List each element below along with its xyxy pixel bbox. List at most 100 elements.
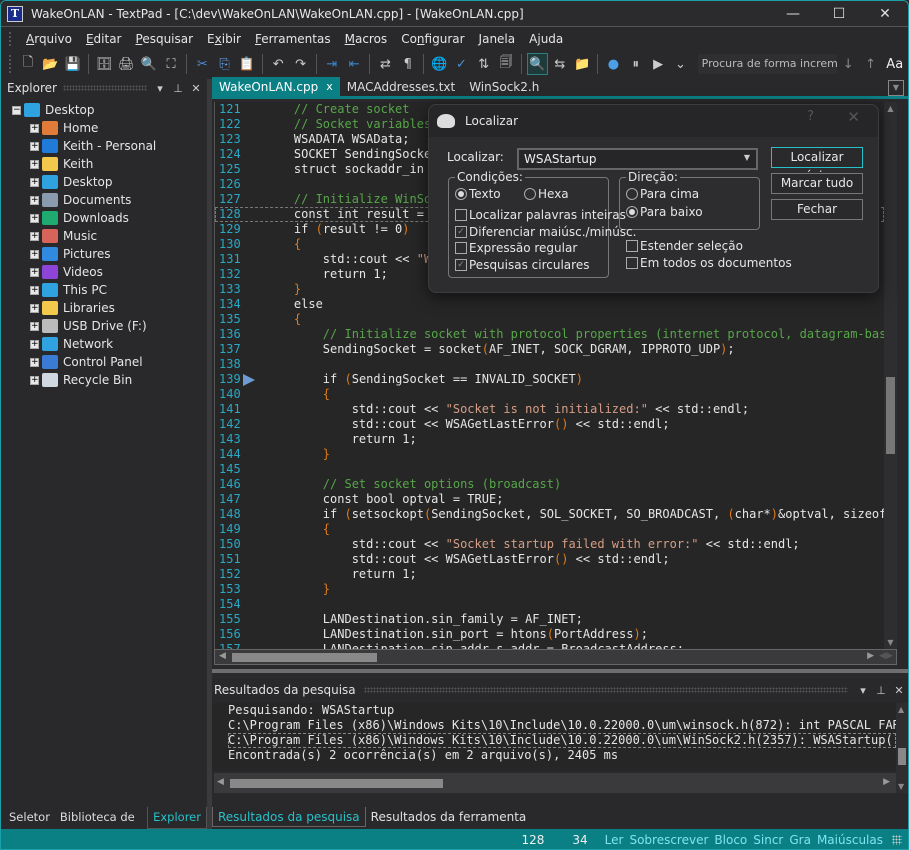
expand-icon[interactable]: + [30,213,39,223]
copy-icon[interactable]: ⎘ [214,53,234,75]
scroll-left-icon[interactable]: ◀ [219,651,226,661]
menu-pesquisar[interactable]: Pesquisar [129,32,201,46]
extend-selection-checkbox[interactable]: Estender seleção [626,239,743,253]
search-option-checkbox[interactable]: Localizar palavras inteiras [455,208,626,222]
hscroll-thumb[interactable] [230,779,443,788]
compare-icon[interactable]: 🗐 [496,53,516,75]
code-line[interactable]: 151 std::cout << WSAGetLastError() << st… [215,552,884,567]
manage-files-icon[interactable]: 🗄 [94,53,114,75]
toolbar-overflow-icon[interactable]: ⌄ [670,53,690,75]
search-option-checkbox[interactable]: ✓ Diferenciar maiúsc./minúsc. [455,225,636,239]
expand-icon[interactable]: + [30,141,39,151]
menu-arquivo[interactable]: Arquivo [19,32,79,46]
code-line[interactable]: 137 SendingSocket = socket(AF_INET, SOCK… [215,342,884,357]
word-wrap-icon[interactable]: ⇄ [375,53,395,75]
menu-editar[interactable]: Editar [79,32,129,46]
tree-root[interactable]: − Desktop [4,101,207,119]
tree-item[interactable]: + USB Drive (F:) [4,317,207,335]
document-tab[interactable]: WinSock2.h [462,77,546,96]
scroll-right-icon[interactable]: ▶ [867,651,874,661]
menu-configurar[interactable]: Configurar [394,32,471,46]
results-vertical-scrollbar[interactable]: ▲ ▼ [896,703,908,793]
tree-item[interactable]: + Music [4,227,207,245]
status-flag[interactable]: Sobrescrever [629,833,708,847]
expand-icon[interactable]: + [30,177,39,187]
save-icon[interactable]: 💾 [63,53,83,75]
results-tab[interactable]: Resultados da pesquisa [212,807,366,827]
result-line[interactable]: C:\Program Files (x86)\Windows Kits\10\I… [228,733,896,748]
incremental-search-input[interactable]: Procura de forma increme... [697,54,838,74]
find-in-files-icon[interactable]: 📁 [572,53,592,75]
maximize-button[interactable]: ☐ [816,1,862,27]
expand-icon[interactable]: + [30,339,39,349]
expand-icon[interactable]: + [30,159,39,169]
document-tab[interactable]: MACAddresses.txt [340,77,462,96]
search-option-checkbox[interactable]: Expressão regular [455,241,577,255]
mark-all-button[interactable]: Marcar tudo [771,173,863,194]
scroll-left-icon[interactable]: ◀ [217,777,224,787]
expand-icon[interactable]: + [30,231,39,241]
expand-icon[interactable]: + [30,303,39,313]
dialog-close-icon[interactable]: ✕ [847,108,860,126]
scroll-right-icon[interactable]: ▶ [883,777,890,787]
code-line[interactable]: 150 std::cout << "Socket startup failed … [215,537,884,552]
result-line[interactable]: Pesquisando: WSAStartup [228,703,896,718]
direction-up-radio[interactable]: Para cima [626,187,699,201]
open-folder-icon[interactable]: 📂 [40,53,60,75]
left-tab[interactable]: Explorer [147,807,207,829]
horizontal-splitter[interactable] [212,669,908,679]
code-line[interactable]: 138 [215,357,884,372]
menu-exibir[interactable]: Exibir [200,32,248,46]
replace-icon[interactable]: ⇆ [550,53,570,75]
tree-item[interactable]: + Videos [4,263,207,281]
tree-item[interactable]: + Network [4,335,207,353]
panel-close-icon[interactable]: ✕ [892,684,906,697]
hex-mode-radio[interactable]: Hexa [524,187,569,201]
search-down-icon[interactable]: ↓ [838,53,858,75]
expand-icon[interactable]: + [30,249,39,259]
tab-close-icon[interactable]: x [326,80,333,93]
code-line[interactable]: 135 { [215,312,884,327]
code-line[interactable]: 157 LANDestination.sin_addr.s_addr = Bro… [215,642,884,649]
expand-icon[interactable]: + [30,375,39,385]
code-line[interactable]: 152 return 1; [215,567,884,582]
toolbar-grip[interactable] [9,55,13,73]
split-view-icon[interactable]: ◀▶ [879,651,893,661]
panel-menu-icon[interactable]: ▾ [153,82,167,95]
direction-down-radio[interactable]: Para baixo [626,205,703,219]
menu-grip[interactable] [9,31,13,46]
tree-item[interactable]: + Libraries [4,299,207,317]
tree-item[interactable]: + Documents [4,191,207,209]
code-line[interactable]: 145 [215,462,884,477]
cut-icon[interactable]: ✂ [192,53,212,75]
tree-item[interactable]: + Control Panel [4,353,207,371]
expand-icon[interactable]: + [30,267,39,277]
scroll-up-icon[interactable]: ▲ [884,104,897,113]
combo-dropdown-icon[interactable]: ▼ [744,153,750,162]
code-line[interactable]: 141 std::cout << "Socket is not initiali… [215,402,884,417]
find-icon[interactable]: 🔍 [527,53,548,75]
editor-horizontal-scrollbar[interactable]: ◀ ▶ ◀▶ [214,649,897,665]
new-file-icon[interactable]: 🗋 [18,53,38,75]
scroll-thumb[interactable] [886,377,895,454]
left-tab[interactable]: Biblioteca de cl... [55,807,147,844]
panel-drag-handle[interactable] [62,85,147,91]
find-input[interactable]: WSAStartup ▼ [517,148,758,170]
tree-item[interactable]: + Home [4,119,207,137]
menu-janela[interactable]: Janela [472,32,523,46]
code-line[interactable]: 142 std::cout << WSAGetLastError() << st… [215,417,884,432]
code-line[interactable]: 147 const bool optval = TRUE; [215,492,884,507]
scroll-down-icon[interactable]: ▼ [884,638,897,647]
tree-item[interactable]: + Downloads [4,209,207,227]
tree-item[interactable]: + Keith - Personal [4,137,207,155]
play-macro-icon[interactable]: ▶ [648,53,668,75]
dialog-title-bar[interactable]: Localizar ? ✕ [429,105,878,137]
resize-grip-icon[interactable] [892,835,902,845]
print-preview-icon[interactable]: 🔍 [138,53,158,75]
pin-icon[interactable]: ⊥ [171,82,185,95]
match-case-icon[interactable]: Aa [883,53,907,75]
code-line[interactable]: 144 } [215,447,884,462]
tree-item[interactable]: + This PC [4,281,207,299]
panel-menu-icon[interactable]: ▾ [856,684,870,697]
tree-item[interactable]: + Recycle Bin [4,371,207,389]
